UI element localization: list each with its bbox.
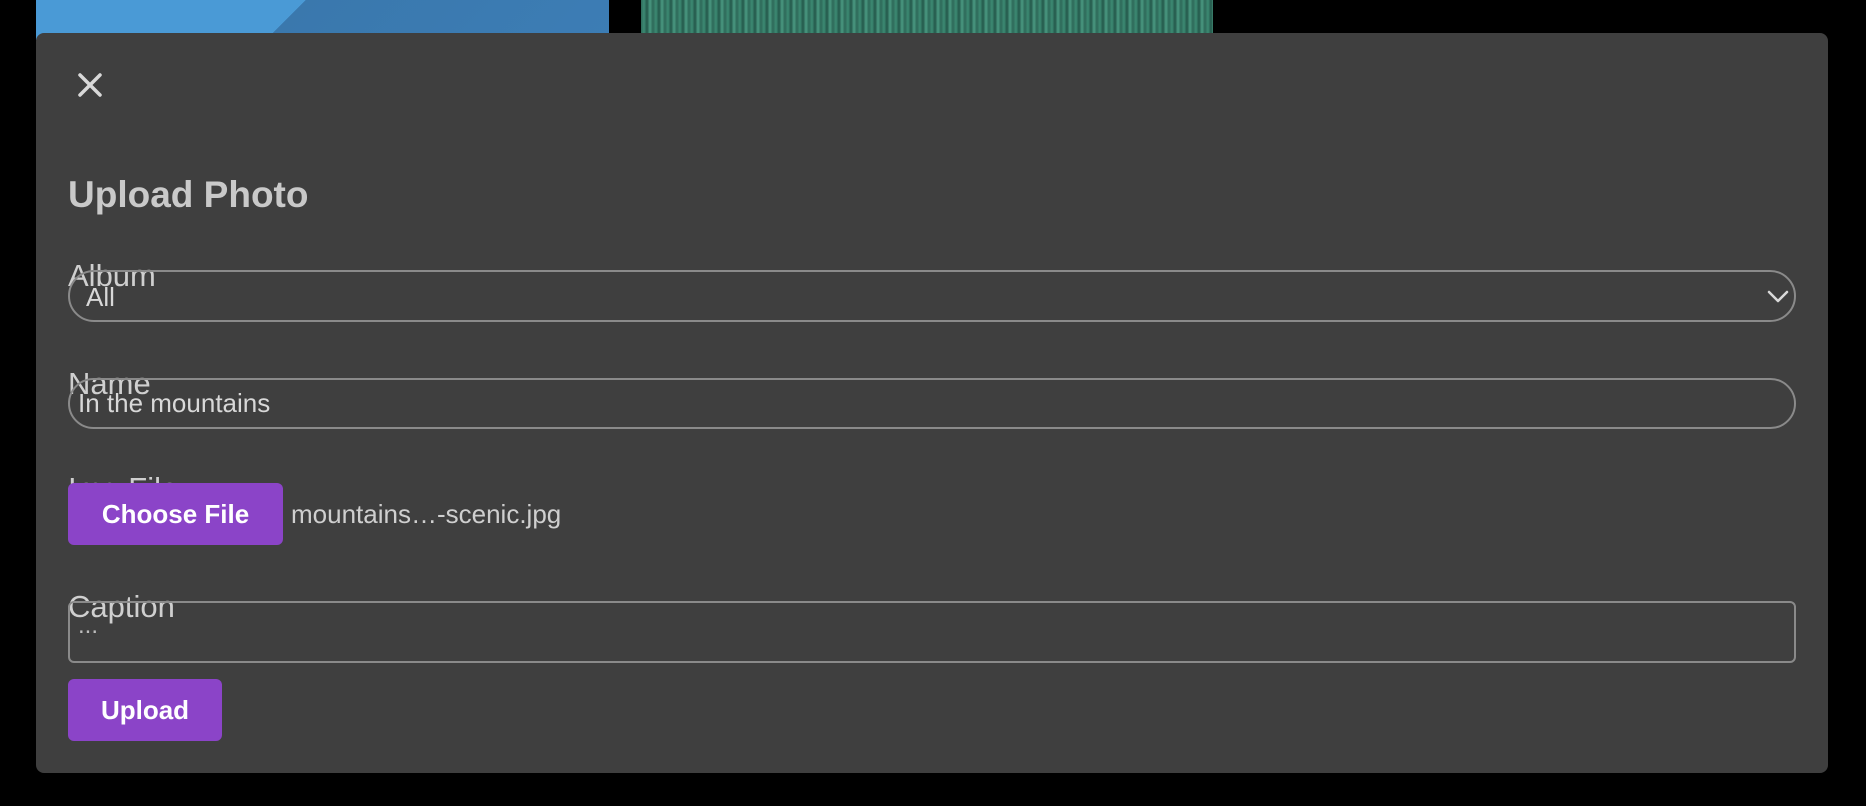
selected-file-name: mountains…-scenic.jpg xyxy=(291,499,562,529)
caption-textarea[interactable]: ... xyxy=(68,601,1796,663)
chevron-down-icon xyxy=(1767,290,1789,303)
name-input[interactable]: In the mountains xyxy=(68,378,1796,429)
album-select[interactable]: All xyxy=(68,270,1796,322)
close-icon xyxy=(78,73,102,97)
album-selected-value: All xyxy=(86,282,115,312)
choose-file-button[interactable]: Choose File xyxy=(68,483,283,545)
upload-photo-modal: Upload Photo Album All Name In the mount… xyxy=(36,33,1828,773)
upload-button[interactable]: Upload xyxy=(68,679,222,741)
modal-title: Upload Photo xyxy=(68,174,309,215)
close-button[interactable] xyxy=(70,65,110,105)
